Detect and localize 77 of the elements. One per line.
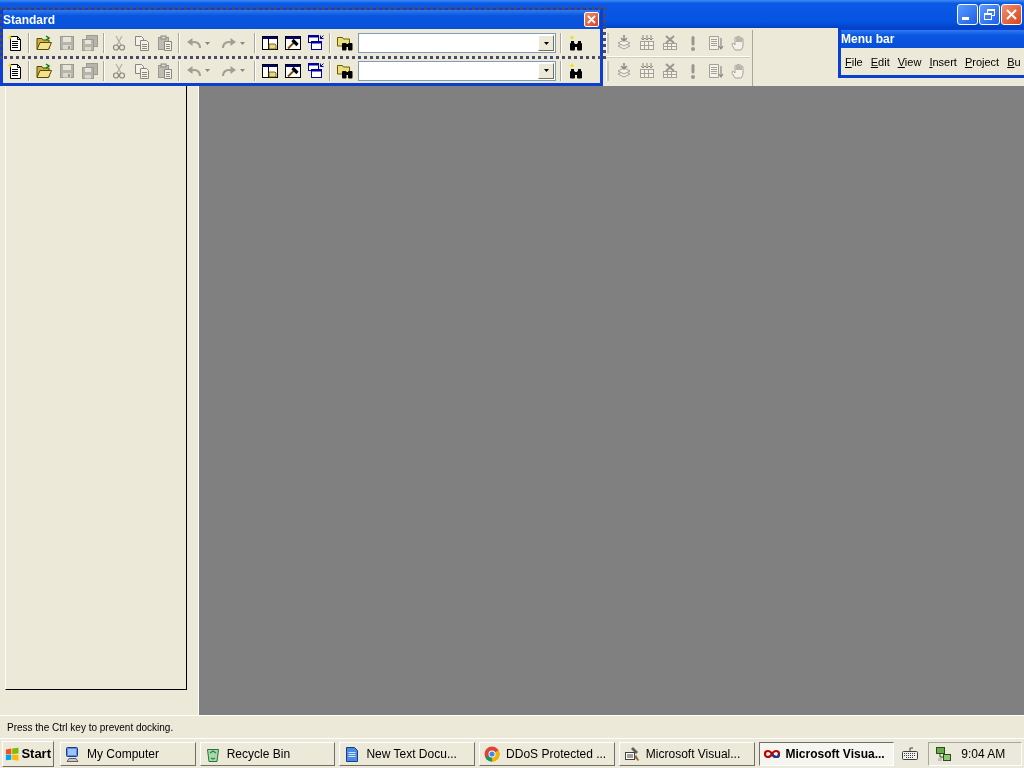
menu-item[interactable]: Edit xyxy=(870,55,890,68)
taskbar-button[interactable]: Microsoft Visual... xyxy=(618,741,755,766)
crossed-grid-icon xyxy=(661,35,678,51)
hammer-window-icon xyxy=(284,35,301,51)
menu-item[interactable]: Project xyxy=(964,55,1000,68)
window-title: Menu bar xyxy=(841,30,1024,48)
network-icon xyxy=(935,745,952,762)
stacked-sheets-icon xyxy=(615,35,632,51)
dropdown-button[interactable] xyxy=(538,62,554,79)
tools-icon xyxy=(623,745,640,762)
clipboard-icon xyxy=(156,62,173,79)
minimize-button[interactable] xyxy=(957,3,978,25)
taskbar-button[interactable]: Recycle Bin xyxy=(199,741,336,766)
folder-binoculars-icon xyxy=(336,62,353,79)
undo-arrow-icon xyxy=(186,35,202,51)
document-icon xyxy=(344,745,361,762)
windows-flag-icon xyxy=(5,745,20,762)
caret-icon xyxy=(543,41,549,45)
dropdown-button[interactable] xyxy=(538,35,554,51)
page-arrow-icon xyxy=(707,63,724,79)
taskbar-button[interactable]: DDoS Protected ... xyxy=(479,741,615,766)
restore-icon xyxy=(984,8,995,20)
close-icon xyxy=(1006,8,1017,20)
taskbar-button[interactable]: My Computer xyxy=(60,741,196,766)
stacked-windows-icon xyxy=(307,62,324,79)
crossed-grid-icon xyxy=(661,63,678,79)
window-folder-icon xyxy=(261,35,278,51)
clipboard-icon xyxy=(156,35,173,51)
stacked-windows-icon xyxy=(307,35,324,51)
taskbar-button[interactable]: New Text Docu... xyxy=(339,741,476,766)
toolbar-grip-icon xyxy=(606,33,609,53)
scissors-icon xyxy=(110,35,127,51)
close-button[interactable] xyxy=(584,12,599,27)
close-icon xyxy=(587,15,596,24)
window-title: Standard xyxy=(3,12,55,27)
scissors-icon xyxy=(110,62,127,79)
circle-logo-icon xyxy=(484,745,501,762)
stacked-disks-icon xyxy=(81,62,98,79)
keyboard-icon xyxy=(902,745,919,762)
menu-item[interactable]: File xyxy=(845,55,863,68)
start-button[interactable]: Start xyxy=(2,740,54,767)
copy-icon xyxy=(133,62,150,79)
close-button[interactable] xyxy=(1001,3,1022,25)
open-folder-icon xyxy=(35,35,52,51)
stacked-sheets-icon xyxy=(615,63,632,79)
minimize-icon xyxy=(962,16,969,20)
taskbar-button[interactable]: Microsoft Visua... xyxy=(758,741,895,766)
binoculars-icon xyxy=(567,62,584,79)
hammer-window-icon xyxy=(284,62,301,79)
caret-icon xyxy=(240,41,245,45)
exclamation-icon xyxy=(690,63,695,79)
status-text: Press the Ctrl key to prevent docking. xyxy=(7,721,174,733)
caret-icon xyxy=(205,41,210,45)
grid-arrows-icon xyxy=(638,63,655,79)
stacked-disks-icon xyxy=(81,35,98,51)
page-arrow-icon xyxy=(707,35,724,51)
toolbar-grip-icon xyxy=(606,61,609,81)
open-folder-icon xyxy=(35,62,52,79)
caret-icon xyxy=(205,69,210,72)
window-folder-icon xyxy=(261,62,278,79)
restore-button[interactable] xyxy=(979,3,1000,25)
page-icon xyxy=(6,35,23,51)
grid-arrows-icon xyxy=(638,35,655,51)
copy-icon xyxy=(133,35,150,51)
exclamation-icon xyxy=(690,35,695,51)
caret-icon xyxy=(543,69,549,72)
folder-binoculars-icon xyxy=(336,35,353,51)
menu-item[interactable]: View xyxy=(897,55,922,68)
menu-item[interactable]: Bu xyxy=(1007,55,1021,68)
hand-icon xyxy=(730,63,747,79)
menu-item[interactable]: Insert xyxy=(929,55,957,68)
page-icon xyxy=(6,62,23,79)
clock: 9:04 AM xyxy=(961,746,1006,761)
hand-icon xyxy=(730,35,747,51)
caret-icon xyxy=(240,69,245,72)
computer-icon xyxy=(65,745,81,762)
binoculars-icon xyxy=(567,35,584,51)
